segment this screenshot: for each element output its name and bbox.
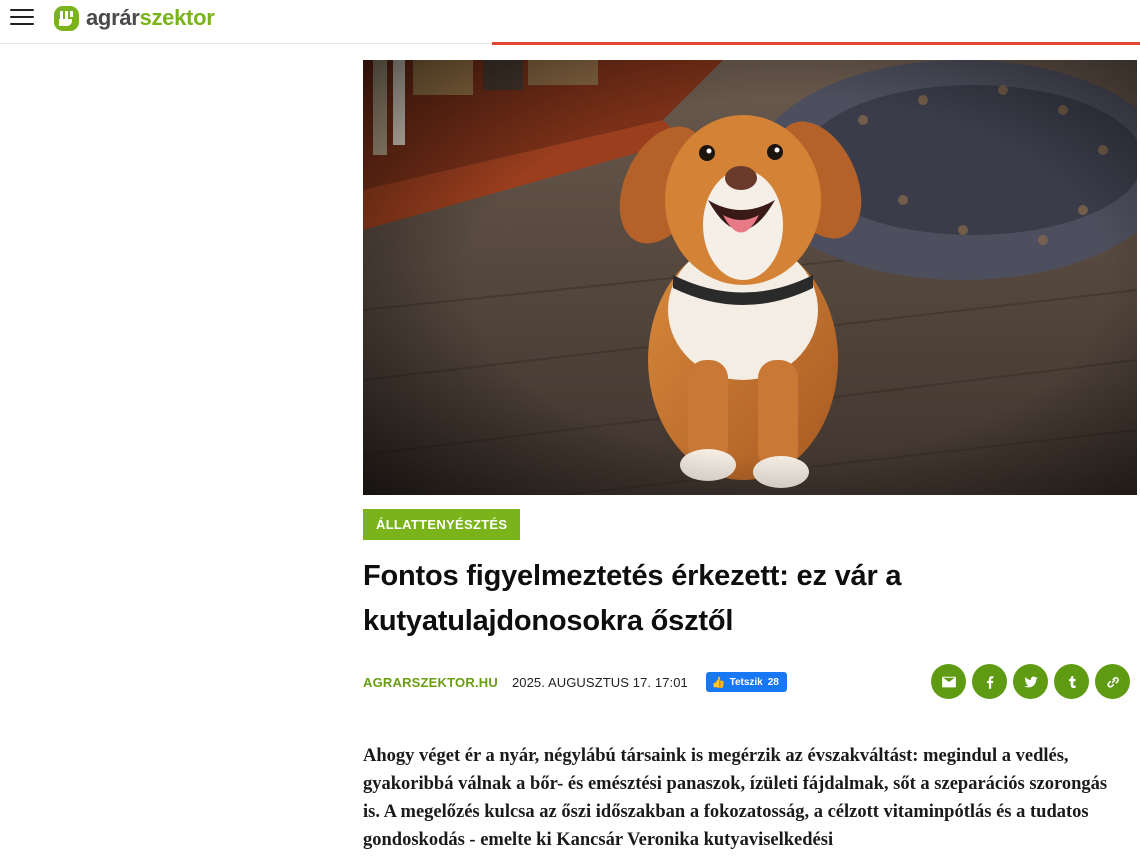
agrarszektor-logo-icon: [54, 5, 79, 31]
share-link-button[interactable]: [1095, 664, 1130, 699]
article-source[interactable]: AGRARSZEKTOR.HU: [363, 675, 498, 690]
category-badge[interactable]: ÁLLATTENYÉSZTÉS: [363, 509, 521, 540]
facebook-like-button[interactable]: 👍 Tetszik 28: [705, 672, 787, 692]
share-buttons: [931, 664, 1130, 699]
link-icon: [1106, 676, 1119, 688]
tumblr-icon: [1068, 675, 1076, 688]
email-icon: [941, 676, 956, 687]
article-lead: Ahogy véget ér a nyár, négylábú társaink…: [363, 746, 1108, 850]
dog-photo: [363, 60, 1137, 495]
like-label: Tetszik: [729, 676, 763, 688]
share-tumblr-button[interactable]: [1054, 664, 1089, 699]
thumbs-up-icon: 👍: [711, 676, 726, 689]
facebook-icon: [986, 675, 993, 689]
article-date: 2025. AUGUSZTUS 17. 17:01: [511, 674, 688, 690]
menu-icon[interactable]: [10, 7, 34, 27]
article-meta: AGRARSZEKTOR.HU 2025. AUGUSZTUS 17. 17:0…: [363, 672, 787, 692]
site-logo[interactable]: agrárszektor: [53, 4, 215, 32]
twitter-icon: [1023, 676, 1038, 687]
site-header: agrárszektor: [0, 0, 1140, 45]
like-count: 28: [767, 676, 779, 688]
share-facebook-button[interactable]: [972, 664, 1007, 699]
reading-progress-bar: [492, 42, 1140, 45]
share-twitter-button[interactable]: [1013, 664, 1048, 699]
article-hero-image: [363, 60, 1137, 495]
logo-text: agrárszektor: [86, 5, 215, 30]
article-title: Fontos figyelmeztetés érkezett: ez vár a…: [363, 560, 902, 637]
share-email-button[interactable]: [931, 664, 966, 699]
